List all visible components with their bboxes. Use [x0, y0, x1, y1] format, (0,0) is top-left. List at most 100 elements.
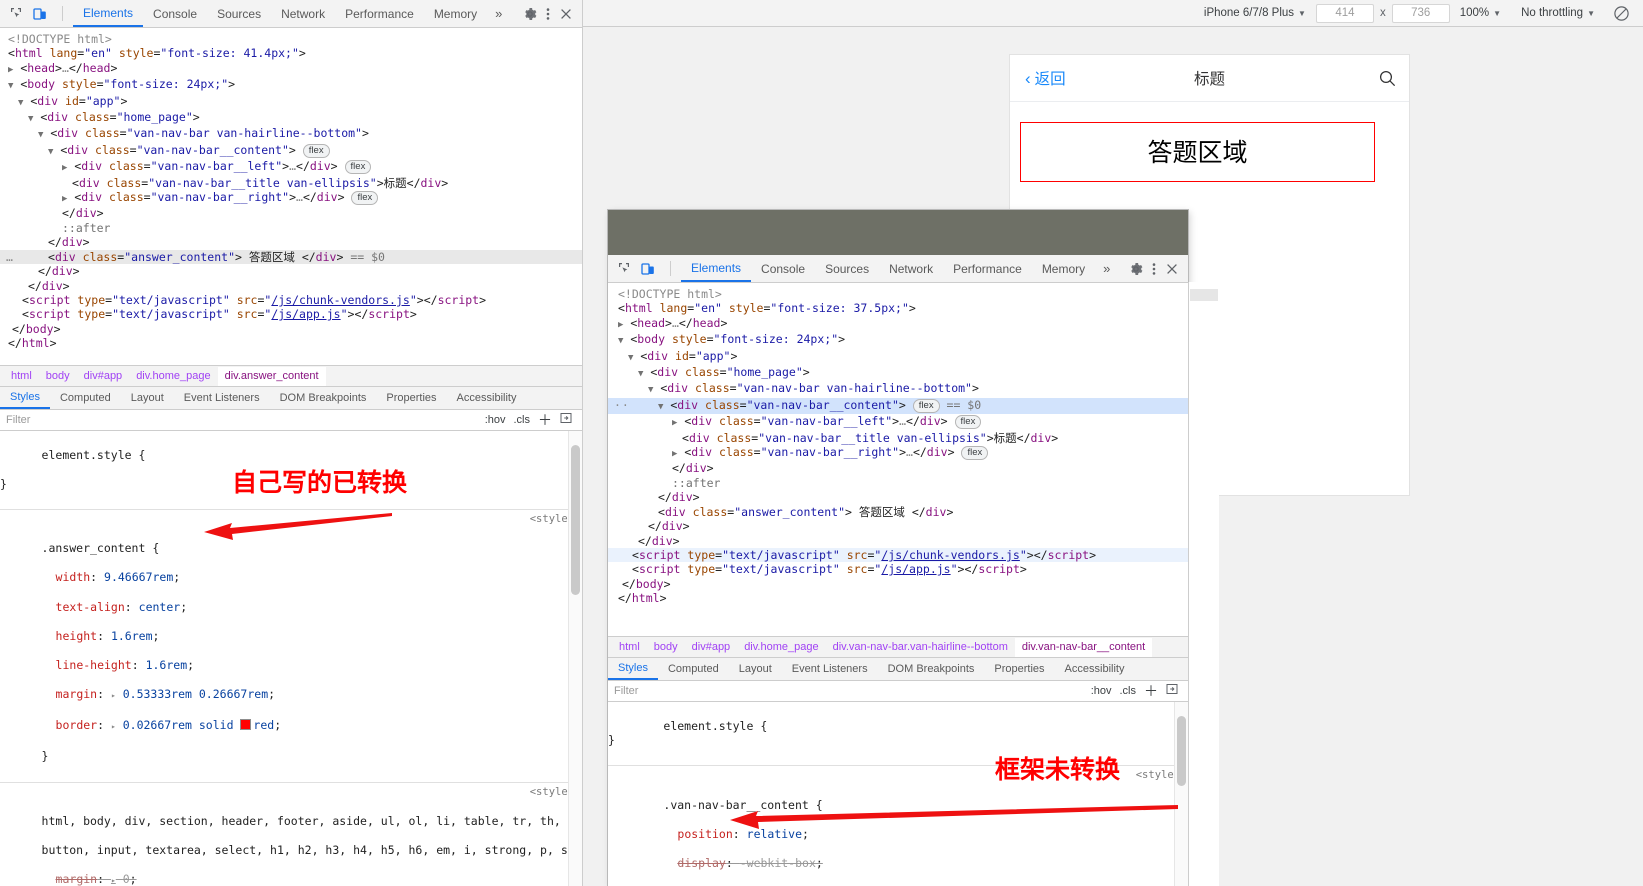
- dom-line[interactable]: </html>: [0, 336, 582, 350]
- css-prop-value-border[interactable]: 0.02667rem solid: [123, 718, 241, 732]
- inspect-element-icon[interactable]: [8, 6, 24, 22]
- css-rules-panel-secondary[interactable]: element.style {} <style> .van-nav-bar__c…: [608, 702, 1188, 886]
- css-prop-name[interactable]: text-align: [42, 600, 125, 614]
- css-prop-value[interactable]: relative: [747, 827, 802, 841]
- dom-line[interactable]: ▼ <div class="van-nav-bar__content"> fle…: [0, 143, 582, 159]
- dom-line[interactable]: <div class="van-nav-bar__title van-ellip…: [608, 431, 1188, 445]
- dom-line[interactable]: ▶ <head>…</head>: [0, 61, 582, 77]
- breadcrumb-item-home-page[interactable]: div.home_page: [737, 638, 825, 657]
- breadcrumb-item-html[interactable]: html: [612, 638, 647, 657]
- dom-line[interactable]: ▼ <body style="font-size: 24px;">: [608, 332, 1188, 348]
- css-prop-value[interactable]: -webkit-box: [740, 856, 816, 870]
- dom-line[interactable]: <!DOCTYPE html>: [0, 32, 582, 46]
- breadcrumb-item-answer-content[interactable]: div.answer_content: [217, 366, 326, 386]
- css-prop-name[interactable]: position: [663, 827, 732, 841]
- subtab-event-listeners[interactable]: Event Listeners: [174, 387, 270, 409]
- css-prop-name[interactable]: height: [42, 629, 98, 643]
- color-swatch-red[interactable]: [240, 719, 252, 731]
- close-icon[interactable]: [1164, 261, 1180, 277]
- more-tabs-chevron[interactable]: »: [1095, 255, 1118, 282]
- cls-toggle[interactable]: .cls: [1120, 685, 1137, 697]
- dom-line[interactable]: ▼ <div id="app">: [608, 349, 1188, 365]
- toggle-device-toolbar-icon[interactable]: [640, 261, 656, 277]
- nav-bar-right-search[interactable]: [1378, 69, 1395, 88]
- more-options-icon[interactable]: [1146, 261, 1162, 277]
- dom-line-script[interactable]: <script type="text/javascript" src="/js/…: [608, 547, 1188, 563]
- viewport-width-input[interactable]: 414: [1315, 3, 1374, 23]
- new-style-rule-icon[interactable]: ＋: [1144, 681, 1158, 701]
- subtab-properties[interactable]: Properties: [376, 387, 446, 409]
- subtab-computed[interactable]: Computed: [50, 387, 121, 409]
- dom-line[interactable]: ▼ <div class="home_page">: [0, 110, 582, 126]
- toggle-sidebar-icon[interactable]: [1166, 683, 1182, 699]
- tab-network[interactable]: Network: [271, 0, 335, 27]
- dom-tree-panel[interactable]: <!DOCTYPE html> <html lang="en" style="f…: [0, 28, 582, 365]
- inspect-element-icon[interactable]: [616, 261, 632, 277]
- device-selector[interactable]: iPhone 6/7/8 Plus ▼: [1194, 7, 1316, 19]
- breadcrumb-item-home-page[interactable]: div.home_page: [129, 367, 217, 386]
- tab-sources[interactable]: Sources: [207, 0, 271, 27]
- rule-answer-content[interactable]: <style> .answer_content { width: 9.46667…: [0, 510, 582, 783]
- css-prop-value[interactable]: 0.53333rem 0.26667rem: [123, 687, 268, 701]
- css-prop-name[interactable]: line-height: [42, 658, 132, 672]
- hov-toggle[interactable]: :hov: [485, 414, 506, 426]
- tab-memory[interactable]: Memory: [1032, 255, 1095, 282]
- tab-elements[interactable]: Elements: [681, 255, 752, 282]
- css-prop-name[interactable]: margin: [42, 687, 98, 701]
- dom-tree-panel-secondary[interactable]: <!DOCTYPE html> <html lang="en" style="f…: [608, 283, 1188, 603]
- dom-line[interactable]: </div>: [608, 519, 1188, 533]
- styles-scrollbar-thumb[interactable]: [571, 445, 580, 595]
- dom-line[interactable]: <html lang="en" style="font-size: 41.4px…: [0, 46, 582, 60]
- styles-filter-input[interactable]: Filter: [6, 414, 30, 426]
- zoom-selector[interactable]: 100% ▼: [1450, 7, 1511, 19]
- subtab-layout[interactable]: Layout: [729, 658, 782, 680]
- tab-elements[interactable]: Elements: [73, 0, 144, 27]
- dom-line[interactable]: ▶ <head>…</head>: [608, 316, 1188, 332]
- breadcrumb-item-nav-bar-content[interactable]: div.van-nav-bar__content: [1014, 637, 1153, 657]
- tab-performance[interactable]: Performance: [335, 0, 424, 27]
- dom-line[interactable]: ▼ <div id="app">: [0, 94, 582, 110]
- css-prop-value[interactable]: 9.46667rem: [104, 570, 173, 584]
- dom-line[interactable]: </body>: [0, 322, 582, 336]
- dom-line[interactable]: <div class="van-nav-bar__title van-ellip…: [0, 176, 582, 190]
- dom-line-script[interactable]: <script type="text/javascript" src="/js/…: [0, 293, 582, 307]
- rotate-icon[interactable]: [1613, 5, 1629, 21]
- css-prop-name[interactable]: border: [42, 718, 98, 732]
- styles-filter-input[interactable]: Filter: [614, 685, 638, 697]
- tab-sources[interactable]: Sources: [815, 255, 879, 282]
- subtab-layout[interactable]: Layout: [121, 387, 174, 409]
- subtab-computed[interactable]: Computed: [658, 658, 729, 680]
- toggle-sidebar-icon[interactable]: [560, 412, 576, 428]
- dom-line[interactable]: </div>: [608, 490, 1188, 504]
- dom-line[interactable]: ▼ <div class="van-nav-bar van-hairline--…: [0, 126, 582, 142]
- dom-line[interactable]: ▶ <div class="van-nav-bar__right">…</div…: [608, 445, 1188, 461]
- dom-line[interactable]: </div>: [0, 206, 582, 220]
- css-prop-value[interactable]: 1.6rem: [111, 629, 153, 643]
- search-icon[interactable]: [1378, 69, 1395, 86]
- css-prop-value[interactable]: 1.6rem: [146, 658, 188, 672]
- css-prop-value[interactable]: 0: [123, 872, 130, 886]
- close-icon[interactable]: [558, 6, 574, 22]
- breadcrumb-item-nav-bar[interactable]: div.van-nav-bar.van-hairline--bottom: [826, 638, 1015, 657]
- css-prop-name[interactable]: display: [663, 856, 725, 870]
- dom-line[interactable]: ▶ <div class="van-nav-bar__right">…</div…: [0, 190, 582, 206]
- css-rules-panel[interactable]: element.style { } <style> .answer_conten…: [0, 431, 582, 886]
- more-options-icon[interactable]: [540, 6, 556, 22]
- dom-line-selected[interactable]: ·· ▼ <div class="van-nav-bar__content"> f…: [608, 397, 1188, 415]
- gear-icon[interactable]: [522, 6, 538, 22]
- dom-line[interactable]: ▼ <body style="font-size: 24px;">: [0, 77, 582, 93]
- dom-line[interactable]: <!DOCTYPE html>: [608, 287, 1188, 301]
- breadcrumb-item-body[interactable]: body: [39, 367, 77, 386]
- styles-scrollbar[interactable]: [568, 431, 582, 886]
- dom-line-pseudo[interactable]: ::after: [0, 221, 582, 235]
- css-prop-value[interactable]: center: [139, 600, 181, 614]
- styles-scrollbar-thumb[interactable]: [1177, 716, 1186, 786]
- more-tabs-chevron[interactable]: »: [487, 0, 510, 27]
- css-prop-name[interactable]: margin: [42, 872, 98, 886]
- new-style-rule-icon[interactable]: ＋: [538, 410, 552, 430]
- dom-line[interactable]: </div>: [608, 461, 1188, 475]
- css-prop-name[interactable]: width: [42, 570, 91, 584]
- tab-performance[interactable]: Performance: [943, 255, 1032, 282]
- dom-line[interactable]: </div>: [0, 235, 582, 249]
- subtab-event-listeners[interactable]: Event Listeners: [782, 658, 878, 680]
